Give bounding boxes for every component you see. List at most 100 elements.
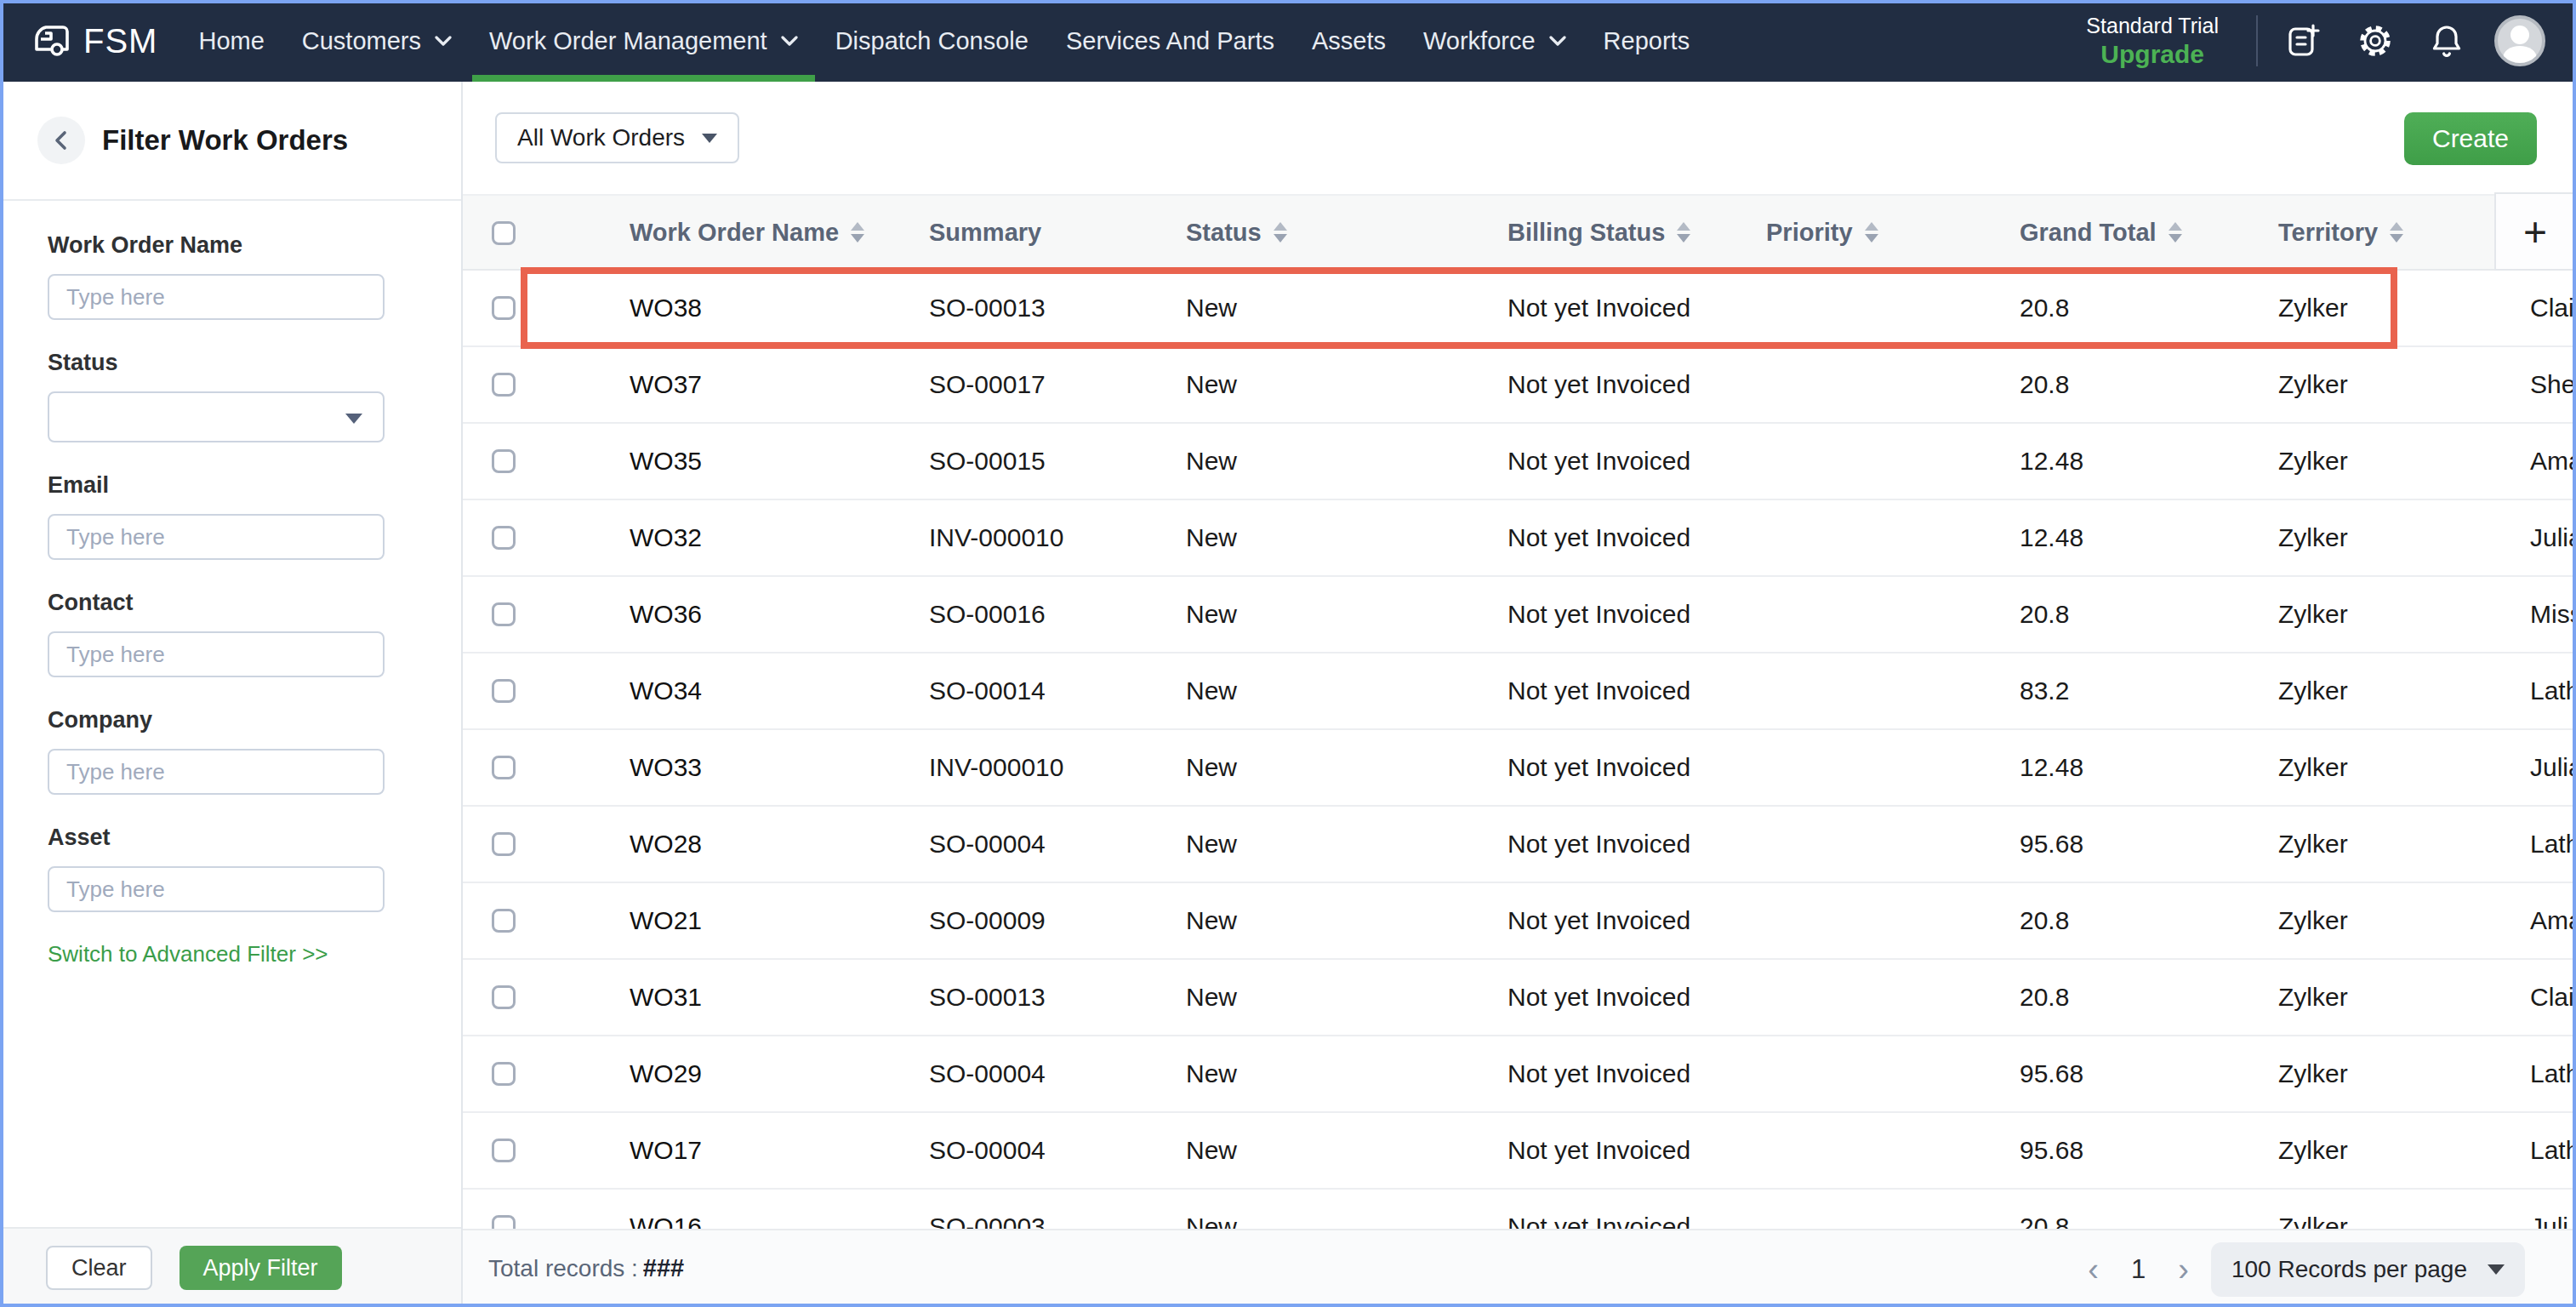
column-header-name[interactable]: Work Order Name [630,196,864,269]
nav-item-assets[interactable]: Assets [1293,0,1405,82]
add-column-button[interactable]: + [2494,192,2576,271]
records-per-page-select[interactable]: 100 Records per page [2211,1242,2525,1297]
settings-icon[interactable] [2339,21,2411,60]
cell-status: New [1186,883,1237,958]
nav-item-services-and-parts[interactable]: Services And Parts [1047,0,1293,82]
filter-select-status[interactable] [48,391,385,442]
cell-name[interactable]: WO35 [630,424,702,499]
cell-contact: Ama [2530,883,2576,958]
filter-label-work-order-name: Work Order Name [48,231,461,259]
work-order-row-wo36[interactable]: WO36SO-00016NewNot yet Invoiced20.8Zylke… [463,577,2576,654]
cell-name[interactable]: WO36 [630,577,702,652]
upgrade-link[interactable]: Upgrade [2086,40,2219,69]
filter-input-work-order-name[interactable]: Type here [48,274,385,320]
work-order-row-wo28[interactable]: WO28SO-00004NewNot yet Invoiced95.68Zylk… [463,807,2576,883]
work-order-row-wo37[interactable]: WO37SO-00017NewNot yet Invoiced20.8Zylke… [463,347,2576,424]
sort-icon[interactable] [1865,222,1878,243]
row-checkbox[interactable] [492,1139,516,1162]
column-header-total[interactable]: Grand Total [2020,196,2182,269]
cell-name[interactable]: WO32 [630,500,702,575]
cell-status: New [1186,271,1237,345]
cell-name[interactable]: WO37 [630,347,702,422]
sort-icon[interactable] [1677,222,1690,243]
cell-name[interactable]: WO31 [630,960,702,1035]
cell-territory: Zylker [2278,960,2348,1035]
cell-summary: SO-00014 [929,654,1046,728]
work-orders-list: All Work Orders Create Work Order Name Su… [463,82,2576,1307]
prev-page-icon[interactable]: ‹ [2072,1252,2114,1288]
column-header-territory[interactable]: Territory [2278,196,2403,269]
column-header-status[interactable]: Status [1186,196,1287,269]
column-header-summary[interactable]: Summary [929,196,1041,269]
sort-icon[interactable] [2390,222,2403,243]
cell-name[interactable]: WO38 [630,271,702,345]
work-order-row-wo38[interactable]: WO38SO-00013NewNot yet Invoiced20.8Zylke… [463,271,2576,347]
work-order-row-wo34[interactable]: WO34SO-00014NewNot yet Invoiced83.2Zylke… [463,654,2576,730]
nav-item-label: Workforce [1423,27,1536,55]
cell-name[interactable]: WO28 [630,807,702,882]
cell-summary: SO-00009 [929,883,1046,958]
filter-input-email[interactable]: Type here [48,514,385,560]
nav-item-work-order-management[interactable]: Work Order Management [470,0,817,82]
work-order-row-wo35[interactable]: WO35SO-00015NewNot yet Invoiced12.48Zylk… [463,424,2576,500]
work-order-row-wo32[interactable]: WO32INV-000010NewNot yet Invoiced12.48Zy… [463,500,2576,577]
cell-total: 20.8 [2020,271,2069,345]
filter-input-contact[interactable]: Type here [48,631,385,677]
back-button[interactable] [37,117,85,164]
cell-name[interactable]: WO29 [630,1036,702,1111]
row-checkbox[interactable] [492,832,516,856]
row-checkbox[interactable] [492,1062,516,1086]
nav-item-label: Reports [1604,27,1690,55]
app-logo[interactable]: FSM [34,22,157,60]
select-all-checkbox[interactable] [492,221,516,245]
advanced-filter-link[interactable]: Switch to Advanced Filter >> [48,941,461,967]
nav-item-customers[interactable]: Customers [283,0,470,82]
sort-icon[interactable] [2169,222,2182,243]
row-checkbox[interactable] [492,602,516,626]
column-header-billing[interactable]: Billing Status [1507,196,1690,269]
row-checkbox[interactable] [492,679,516,703]
column-header-priority[interactable]: Priority [1766,196,1878,269]
nav-item-home[interactable]: Home [180,0,282,82]
row-checkbox[interactable] [492,296,516,320]
filter-input-asset[interactable]: Type here [48,866,385,912]
cell-name[interactable]: WO33 [630,730,702,805]
cell-name[interactable]: WO17 [630,1113,702,1188]
work-order-row-wo29[interactable]: WO29SO-00004NewNot yet Invoiced95.68Zylk… [463,1036,2576,1113]
next-page-icon[interactable]: › [2163,1252,2204,1288]
sort-icon[interactable] [1274,222,1287,243]
row-checkbox[interactable] [492,909,516,933]
nav-item-workforce[interactable]: Workforce [1405,0,1585,82]
cell-name[interactable]: WO21 [630,883,702,958]
apply-filter-button[interactable]: Apply Filter [180,1246,342,1290]
cell-billing: Not yet Invoiced [1507,1036,1690,1111]
notifications-icon[interactable] [2411,22,2482,60]
user-avatar[interactable] [2494,15,2545,66]
cell-billing: Not yet Invoiced [1507,271,1690,345]
quick-create-icon[interactable] [2268,22,2339,60]
work-order-row-wo33[interactable]: WO33INV-000010NewNot yet Invoiced12.48Zy… [463,730,2576,807]
work-order-row-wo31[interactable]: WO31SO-00013NewNot yet Invoiced20.8Zylke… [463,960,2576,1036]
nav-item-reports[interactable]: Reports [1585,0,1709,82]
cell-name[interactable]: WO34 [630,654,702,728]
nav-item-label: Work Order Management [489,27,767,55]
work-order-row-wo17[interactable]: WO17SO-00004NewNot yet Invoiced95.68Zylk… [463,1113,2576,1190]
create-button[interactable]: Create [2404,112,2537,165]
filter-label-company: Company [48,706,461,733]
row-checkbox[interactable] [492,373,516,397]
row-checkbox[interactable] [492,985,516,1009]
table-header: Work Order Name Summary Status Billing Stat… [463,194,2576,271]
clear-button[interactable]: Clear [46,1246,152,1290]
view-selector[interactable]: All Work Orders [495,112,739,163]
row-checkbox[interactable] [492,756,516,779]
nav-item-dispatch-console[interactable]: Dispatch Console [817,0,1047,82]
filter-input-company[interactable]: Type here [48,749,385,795]
row-checkbox[interactable] [492,449,516,473]
work-order-row-wo21[interactable]: WO21SO-00009NewNot yet Invoiced20.8Zylke… [463,883,2576,960]
chevron-down-icon [702,134,717,143]
row-checkbox[interactable] [492,526,516,550]
sort-icon[interactable] [851,222,864,243]
filter-panel: Filter Work Orders Work Order NameType h… [0,82,463,1307]
view-selector-label: All Work Orders [517,124,685,151]
cell-total: 95.68 [2020,1113,2083,1188]
